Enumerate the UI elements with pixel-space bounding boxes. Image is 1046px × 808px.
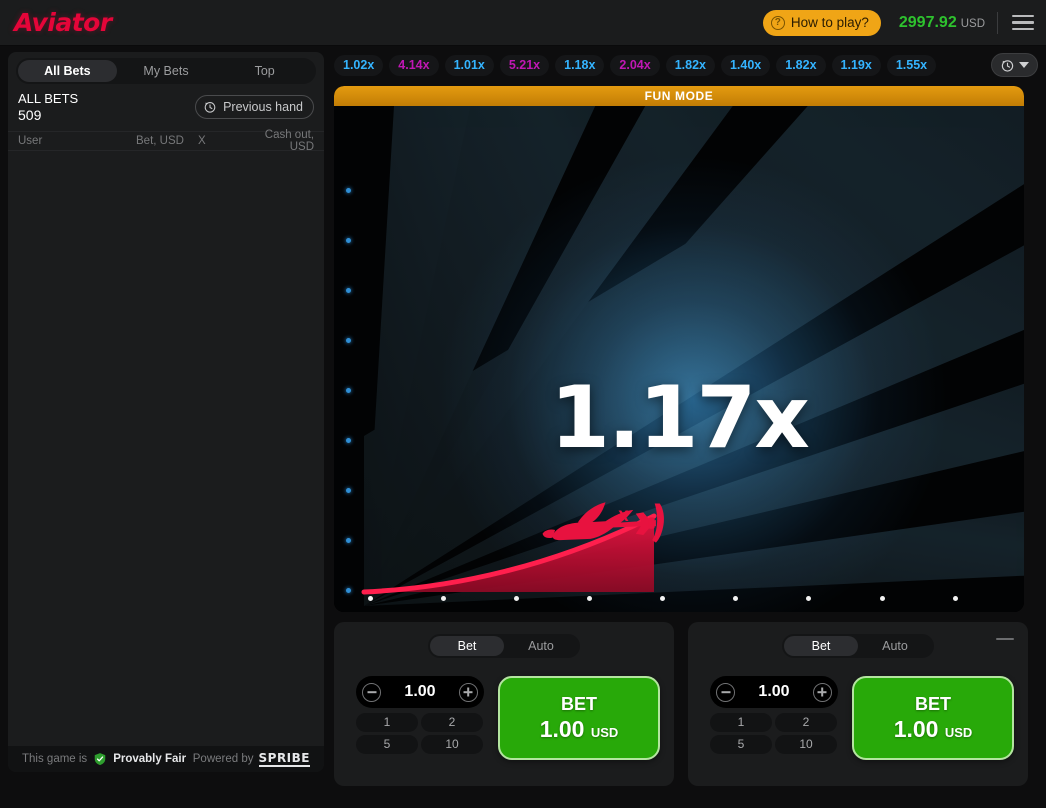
question-circle-icon: ? — [770, 15, 785, 30]
balance-amount: 2997.92 — [898, 13, 957, 31]
minus-circle-icon[interactable] — [716, 682, 735, 702]
quick-amounts-left: 1 2 5 10 — [356, 713, 484, 754]
bet-amount-column-left: 1.00 1 2 5 10 — [356, 676, 484, 760]
fun-mode-banner: FUN MODE — [334, 86, 1024, 106]
quick-amount-button[interactable]: 5 — [356, 735, 418, 754]
balance-display: 2997.92 USD — [899, 14, 985, 32]
bet-amount-column-right: 1.00 1 2 5 10 — [710, 676, 838, 760]
collapse-panel-minus-icon[interactable] — [996, 638, 1014, 640]
bet-mode-toggle-left: Bet Auto — [428, 634, 580, 658]
history-chip[interactable]: 2.04x — [610, 54, 660, 76]
bet-panel-left: Bet Auto 1.00 1 2 5 10 BET 1.00 USD — [334, 622, 674, 786]
quick-amount-button[interactable]: 10 — [775, 735, 837, 754]
bet-amount-stepper-left: 1.00 — [356, 676, 484, 708]
powered-by-block: Powered by SPRIBE — [193, 751, 310, 767]
tab-my-bets[interactable]: My Bets — [117, 60, 216, 82]
spribe-logo: SPRIBE — [258, 751, 310, 767]
bet-mode-auto-right[interactable]: Auto — [858, 636, 932, 656]
bet-button-currency: USD — [944, 724, 973, 740]
tab-all-bets[interactable]: All Bets — [18, 60, 117, 82]
history-chip[interactable]: 1.82x — [776, 54, 826, 76]
history-chip[interactable]: 1.82x — [665, 54, 715, 76]
bet-button-label: BET — [561, 693, 597, 714]
bet-panel-right: Bet Auto 1.00 1 2 5 10 BET 1.00 USD — [688, 622, 1028, 786]
bet-button-amount: 1.00 USD — [894, 716, 973, 743]
bet-amount-value-right[interactable]: 1.00 — [758, 683, 789, 701]
bet-panel-body-right: 1.00 1 2 5 10 BET 1.00 USD — [688, 658, 1028, 760]
quick-amount-button[interactable]: 10 — [421, 735, 483, 754]
history-chip[interactable]: 4.14x — [389, 54, 439, 76]
bets-table-header: User Bet, USD X Cash out, USD — [8, 129, 324, 153]
quick-amount-button[interactable]: 2 — [421, 713, 483, 732]
quick-amount-button[interactable]: 5 — [710, 735, 772, 754]
provably-fair-label[interactable]: Provably Fair — [113, 753, 186, 765]
history-chip[interactable]: 1.40x — [720, 54, 771, 76]
hamburger-menu-icon[interactable] — [1010, 11, 1036, 35]
bet-button-currency: USD — [590, 724, 619, 740]
history-chip[interactable]: 1.02x — [334, 54, 384, 76]
bet-button-amount: 1.00 USD — [540, 716, 619, 743]
bet-amount-value-left[interactable]: 1.00 — [404, 683, 435, 701]
bet-mode-auto-left[interactable]: Auto — [504, 636, 578, 656]
all-bets-summary: ALL BETS 509 Previous hand — [8, 84, 324, 131]
provably-fair-prefix: This game is — [22, 753, 88, 765]
previous-hand-label: Previous hand — [223, 100, 303, 114]
column-cashout: Cash out, USD — [264, 129, 314, 153]
bet-amount-stepper-right: 1.00 — [710, 676, 838, 708]
game-canvas[interactable]: 1.17x X — [334, 106, 1024, 612]
history-chip[interactable]: 1.55x — [886, 54, 937, 76]
all-bets-label: ALL BETS — [18, 91, 79, 106]
bet-button-label: BET — [915, 693, 951, 714]
history-clock-icon — [204, 102, 216, 113]
app-header: Aviator ? How to play? 2997.92 USD — [0, 0, 1046, 46]
balance-currency: USD — [960, 17, 985, 30]
flight-trail-and-plane: X — [361, 502, 664, 595]
plus-circle-icon[interactable] — [812, 682, 832, 702]
history-chip[interactable]: 1.19x — [831, 54, 881, 76]
green-shield-check-icon — [94, 753, 106, 766]
minus-circle-icon[interactable] — [362, 682, 381, 702]
bet-mode-toggle-right: Bet Auto — [782, 634, 934, 658]
history-chip[interactable]: 1.01x — [444, 54, 494, 76]
bet-button-amount-value: 1.00 — [893, 715, 939, 742]
quick-amounts-right: 1 2 5 10 — [710, 713, 838, 754]
bets-sidebar: All Bets My Bets Top ALL BETS 509 Previo… — [8, 52, 324, 772]
quick-amount-button[interactable]: 2 — [775, 713, 837, 732]
bets-list[interactable] — [8, 151, 324, 746]
game-canvas-area: FUN MODE 1.17x X — [334, 86, 1024, 612]
header-right-controls: ? How to play? 2997.92 USD — [762, 9, 1046, 36]
previous-hand-button[interactable]: Previous hand — [195, 95, 314, 119]
all-bets-count: 509 — [18, 107, 42, 123]
sidebar-tabs: All Bets My Bets Top — [16, 58, 316, 84]
how-to-play-button[interactable]: ? How to play? — [762, 9, 881, 36]
bet-panel-body-left: 1.00 1 2 5 10 BET 1.00 USD — [334, 658, 674, 760]
how-to-play-label: How to play? — [790, 15, 869, 30]
column-user: User — [18, 135, 43, 147]
place-bet-button-right[interactable]: BET 1.00 USD — [852, 676, 1014, 760]
quick-amount-button[interactable]: 1 — [356, 713, 418, 732]
history-dropdown-button[interactable] — [991, 53, 1038, 77]
history-clock-icon — [1001, 59, 1014, 72]
bet-mode-bet-right[interactable]: Bet — [784, 636, 858, 656]
powered-by-label: Powered by — [192, 753, 254, 765]
svg-text:X: X — [618, 509, 629, 525]
chevron-down-icon — [1019, 62, 1029, 68]
aviator-game-app: Aviator ? How to play? 2997.92 USD All B… — [0, 0, 1046, 808]
history-chip[interactable]: 1.18x — [555, 54, 605, 76]
sidebar-footer: This game is Provably Fair Powered by SP… — [8, 746, 324, 772]
bet-panels: Bet Auto 1.00 1 2 5 10 BET 1.00 USD Bet … — [334, 622, 1038, 786]
bet-button-amount-value: 1.00 — [539, 715, 585, 742]
header-divider — [997, 11, 998, 34]
multiplier-history-bar: 1.02x 4.14x 1.01x 5.21x 1.18x 2.04x 1.82… — [334, 50, 1038, 80]
history-chip[interactable]: 5.21x — [499, 54, 550, 76]
column-bet: Bet, USD — [136, 135, 184, 147]
tab-top[interactable]: Top — [215, 60, 314, 82]
all-bets-text: ALL BETS 509 — [18, 91, 78, 123]
place-bet-button-left[interactable]: BET 1.00 USD — [498, 676, 660, 760]
quick-amount-button[interactable]: 1 — [710, 713, 772, 732]
plus-circle-icon[interactable] — [458, 682, 478, 702]
column-x: X — [198, 135, 206, 147]
aviator-logo: Aviator — [14, 8, 112, 37]
bet-mode-bet-left[interactable]: Bet — [430, 636, 504, 656]
